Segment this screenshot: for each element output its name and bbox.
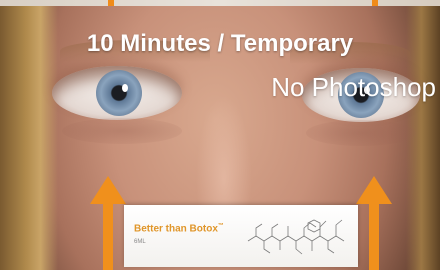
face-photo: 10 Minutes / Temporary No Photoshop Bett… [0, 0, 440, 270]
left-eye [52, 66, 182, 120]
left-under-eye [62, 118, 182, 144]
product-name: Better than Botox™ [134, 223, 224, 235]
arrow-tip-top-left [108, 0, 114, 6]
trademark-symbol: ™ [217, 223, 224, 229]
molecule-diagram-icon [247, 219, 345, 255]
left-iris [96, 70, 142, 116]
up-arrow-icon [90, 176, 126, 270]
subline-text: No Photoshop [271, 72, 436, 102]
headline-text: 10 Minutes / Temporary [86, 30, 354, 57]
product-volume: 6ML [134, 239, 146, 245]
arrow-tip-top-right [372, 0, 378, 6]
product-box: Better than Botox™ 6ML [124, 205, 358, 267]
up-arrow-icon [356, 176, 392, 270]
nose [196, 95, 252, 215]
right-under-eye [306, 120, 416, 146]
